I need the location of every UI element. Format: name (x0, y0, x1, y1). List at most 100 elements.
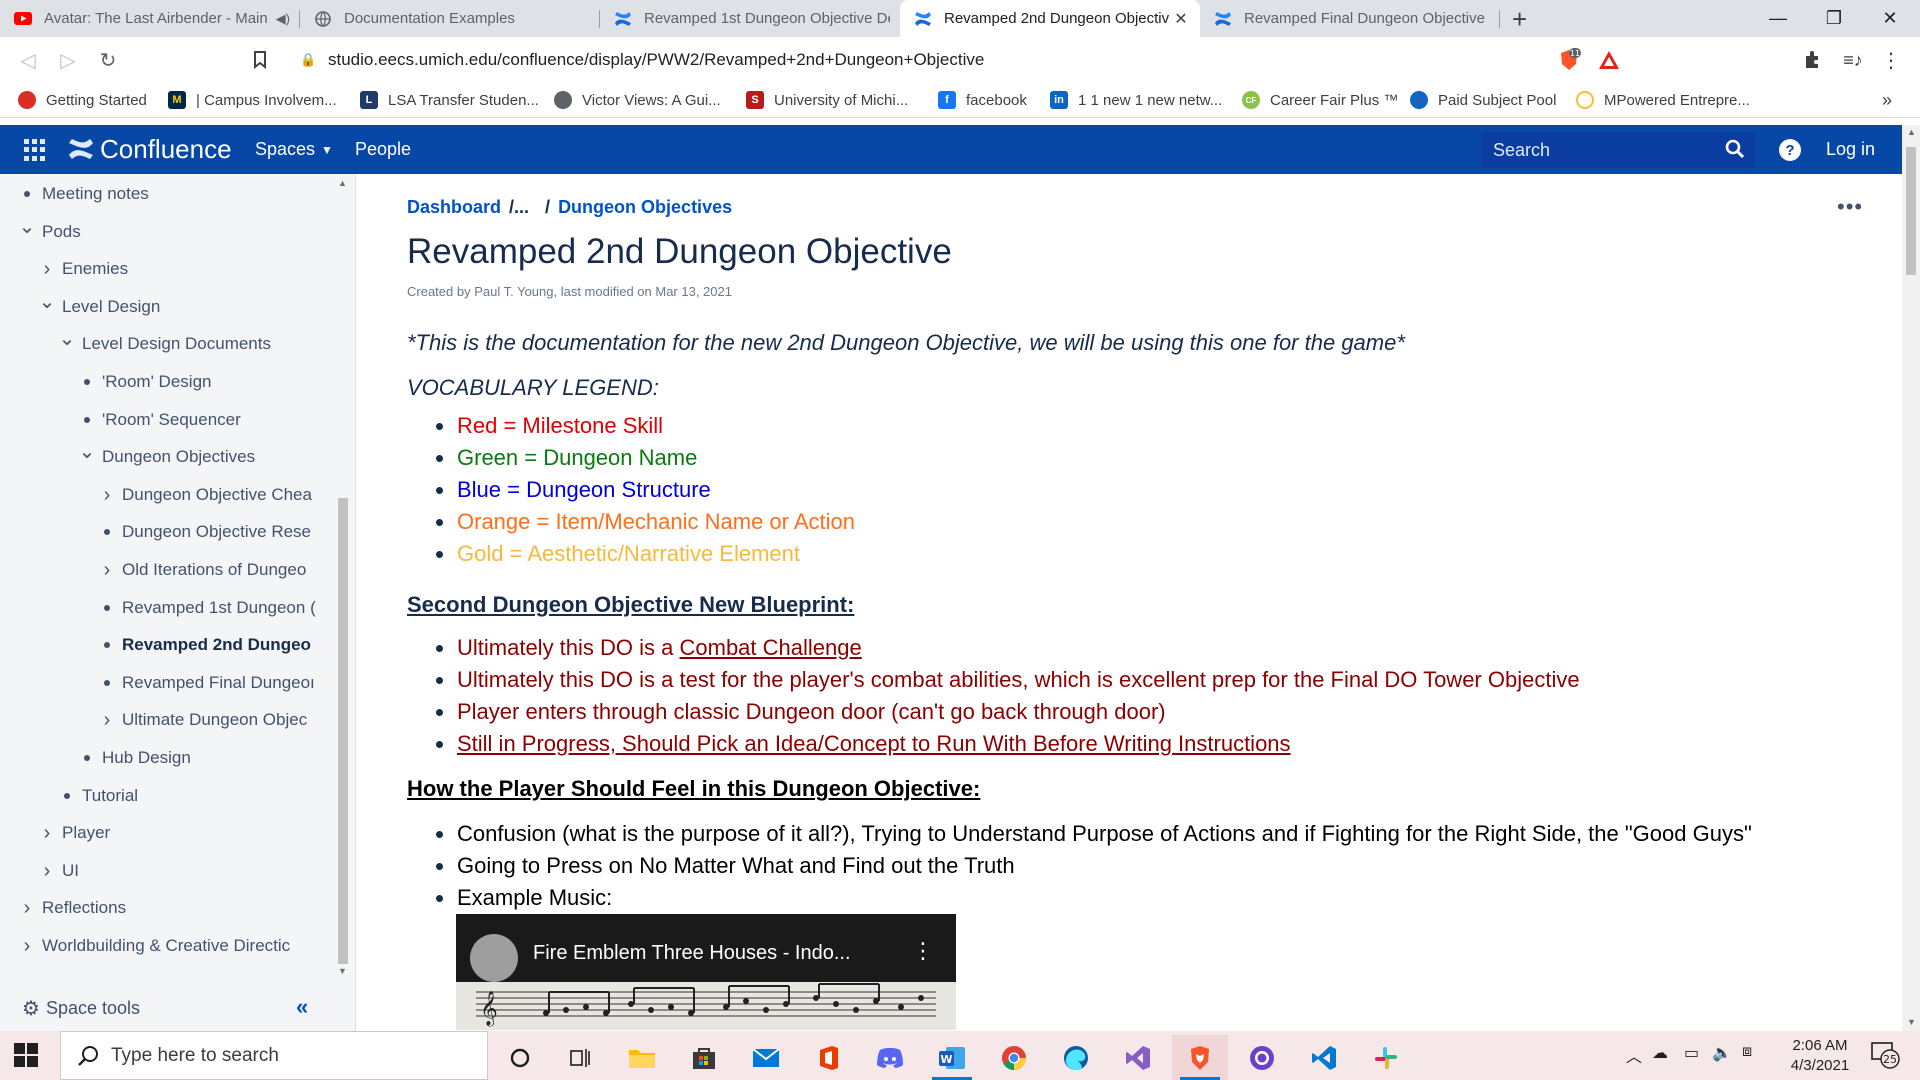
bookmarks-overflow-button[interactable]: » (1882, 89, 1892, 111)
onedrive-icon[interactable]: ☁ (1652, 1043, 1668, 1063)
mail-icon[interactable] (738, 1035, 794, 1080)
combat-challenge-link[interactable]: Combat Challenge (680, 635, 862, 660)
brave-rewards-icon[interactable] (1596, 47, 1622, 73)
breadcrumb-dashboard[interactable]: Dashboard (407, 197, 501, 218)
bookmark-getting-started[interactable]: Getting Started (18, 89, 147, 111)
chevron-right-icon[interactable]: › (40, 821, 54, 845)
scrollbar-thumb[interactable] (338, 498, 348, 964)
sidebar-item[interactable]: ⌄ Pods (20, 220, 320, 244)
search-input[interactable]: Search (1481, 132, 1755, 168)
visual-studio-icon[interactable] (1110, 1035, 1166, 1080)
search-icon[interactable] (1725, 139, 1745, 164)
sidebar-item[interactable]: 'Room' Design (80, 370, 320, 394)
file-explorer-icon[interactable] (614, 1035, 670, 1080)
bookmark-university-of-michigan[interactable]: S University of Michi... (746, 89, 908, 111)
tab-documentation-examples[interactable]: Documentation Examples (300, 0, 600, 37)
sidebar-item[interactable]: › Dungeon Objective Chea (100, 483, 320, 507)
volume-icon[interactable]: 🔈 (1712, 1043, 1732, 1063)
bookmark-linkedin[interactable]: in 1 1 new 1 new netw... (1050, 89, 1222, 111)
back-icon[interactable]: ◁ (12, 44, 44, 76)
chevron-down-icon[interactable]: ⌄ (80, 445, 95, 464)
bookmark-victor-views[interactable]: Victor Views: A Gui... (554, 89, 721, 111)
sidebar-item[interactable]: › Ultimate Dungeon Objec (100, 708, 320, 732)
people-link[interactable]: People (355, 139, 411, 160)
chevron-right-icon[interactable]: › (20, 896, 34, 920)
space-tools-button[interactable]: ⚙ Space tools (22, 996, 140, 1021)
scroll-up-arrow[interactable]: ▲ (1907, 127, 1916, 137)
cortana-icon[interactable] (492, 1035, 548, 1080)
app-switcher-icon[interactable] (24, 139, 46, 161)
sidebar-item[interactable]: 'Room' Sequencer (80, 408, 320, 432)
store-icon[interactable] (676, 1035, 732, 1080)
collapse-sidebar-button[interactable]: « (296, 994, 308, 1020)
dropbox-icon[interactable]: ⧈ (1742, 1043, 1752, 1061)
chevron-right-icon[interactable]: › (40, 859, 54, 883)
more-actions-icon[interactable]: ••• (1837, 194, 1863, 220)
office-icon[interactable] (800, 1035, 856, 1080)
login-link[interactable]: Log in (1826, 139, 1875, 160)
discord-icon[interactable] (862, 1035, 918, 1080)
chevron-right-icon[interactable]: › (100, 708, 114, 732)
chevron-right-icon[interactable]: › (100, 558, 114, 582)
system-clock[interactable]: 2:06 AM 4/3/2021 (1775, 1036, 1865, 1076)
chevron-down-icon[interactable]: ⌄ (40, 295, 55, 314)
sidebar-item[interactable]: Tutorial (60, 784, 320, 808)
channel-avatar[interactable] (470, 934, 518, 982)
maximize-button[interactable]: ❐ (1806, 0, 1862, 37)
video-menu-icon[interactable]: ⋮ (912, 938, 934, 964)
sidebar-item[interactable]: › Reflections (20, 896, 320, 920)
sidebar-item[interactable]: Hub Design (80, 746, 320, 770)
chevron-down-icon[interactable]: ⌄ (20, 220, 35, 239)
media-control-icon[interactable]: ≡♪ (1840, 47, 1866, 73)
bookmark-facebook[interactable]: f facebook (938, 89, 1027, 111)
bookmark-campus-involvement[interactable]: M | Campus Involvem... (168, 89, 337, 111)
sidebar-item[interactable]: ⌄ Dungeon Objectives (80, 445, 320, 469)
sidebar-item[interactable]: › Enemies (40, 257, 320, 281)
sidebar-item[interactable]: › Old Iterations of Dungeo (100, 558, 320, 582)
sidebar-item[interactable]: Meeting notes (20, 182, 320, 206)
tab-revamped-1st[interactable]: Revamped 1st Dungeon Objective De (600, 0, 900, 37)
scroll-down-arrow[interactable]: ▼ (338, 966, 347, 976)
edge-icon[interactable] (1048, 1035, 1104, 1080)
tab-revamped-2nd[interactable]: Revamped 2nd Dungeon Objectiv ✕ (900, 0, 1200, 37)
sidebar-item[interactable]: Revamped 2nd Dungeo (100, 633, 320, 657)
url-text[interactable]: studio.eecs.umich.edu/confluence/display… (328, 50, 984, 70)
chevron-down-icon[interactable]: ⌄ (60, 332, 75, 351)
sidebar-scrollbar[interactable]: ▲ ▼ (336, 178, 350, 980)
new-tab-button[interactable]: + (1512, 4, 1527, 35)
reload-icon[interactable]: ↻ (92, 44, 124, 76)
confluence-logo[interactable]: Confluence (68, 134, 232, 164)
word-icon[interactable]: W (924, 1035, 980, 1080)
bookmark-mpowered[interactable]: MPowered Entrepre... (1576, 89, 1750, 111)
brave-shield-icon[interactable]: 11 (1556, 47, 1582, 73)
sidebar-item[interactable]: ⌄ Level Design Documents (60, 332, 320, 356)
chrome-icon[interactable] (986, 1035, 1042, 1080)
tab-revamped-final[interactable]: Revamped Final Dungeon Objective It (1200, 0, 1500, 37)
bookmark-paid-subject-pool[interactable]: Paid Subject Pool (1410, 89, 1556, 111)
breadcrumb-ellipsis[interactable]: /... (509, 197, 529, 218)
github-desktop-icon[interactable] (1234, 1035, 1290, 1080)
sidebar-item[interactable]: Revamped Final Dungeoı (100, 671, 320, 695)
bookmark-icon[interactable] (244, 44, 276, 76)
scrollbar-thumb[interactable] (1906, 147, 1916, 275)
battery-icon[interactable]: ▭ (1684, 1043, 1699, 1063)
sidebar-item[interactable]: › UI (40, 859, 320, 883)
close-window-button[interactable]: ✕ (1862, 0, 1918, 37)
close-tab-icon[interactable]: ✕ (1172, 9, 1190, 29)
address-bar[interactable]: 🔒 studio.eecs.umich.edu/confluence/displ… (290, 43, 1630, 76)
minimize-button[interactable]: — (1750, 0, 1806, 37)
brave-browser-icon[interactable] (1172, 1035, 1228, 1080)
windows-start-icon[interactable] (14, 1043, 38, 1067)
scroll-up-arrow[interactable]: ▲ (338, 178, 347, 188)
spaces-menu[interactable]: Spaces ▼ (255, 139, 333, 160)
chevron-right-icon[interactable]: › (20, 934, 34, 958)
slack-icon[interactable] (1358, 1035, 1414, 1080)
vscode-icon[interactable] (1296, 1035, 1352, 1080)
video-title[interactable]: Fire Emblem Three Houses - Indo... (533, 942, 851, 965)
task-view-icon[interactable] (552, 1035, 608, 1080)
sidebar-item[interactable]: Dungeon Objective Rese (100, 520, 320, 544)
forward-icon[interactable]: ▷ (52, 44, 84, 76)
taskbar-search-input[interactable]: Type here to search (60, 1031, 488, 1080)
chevron-right-icon[interactable]: › (40, 257, 54, 281)
sidebar-item[interactable]: Revamped 1st Dungeon ( (100, 596, 320, 620)
